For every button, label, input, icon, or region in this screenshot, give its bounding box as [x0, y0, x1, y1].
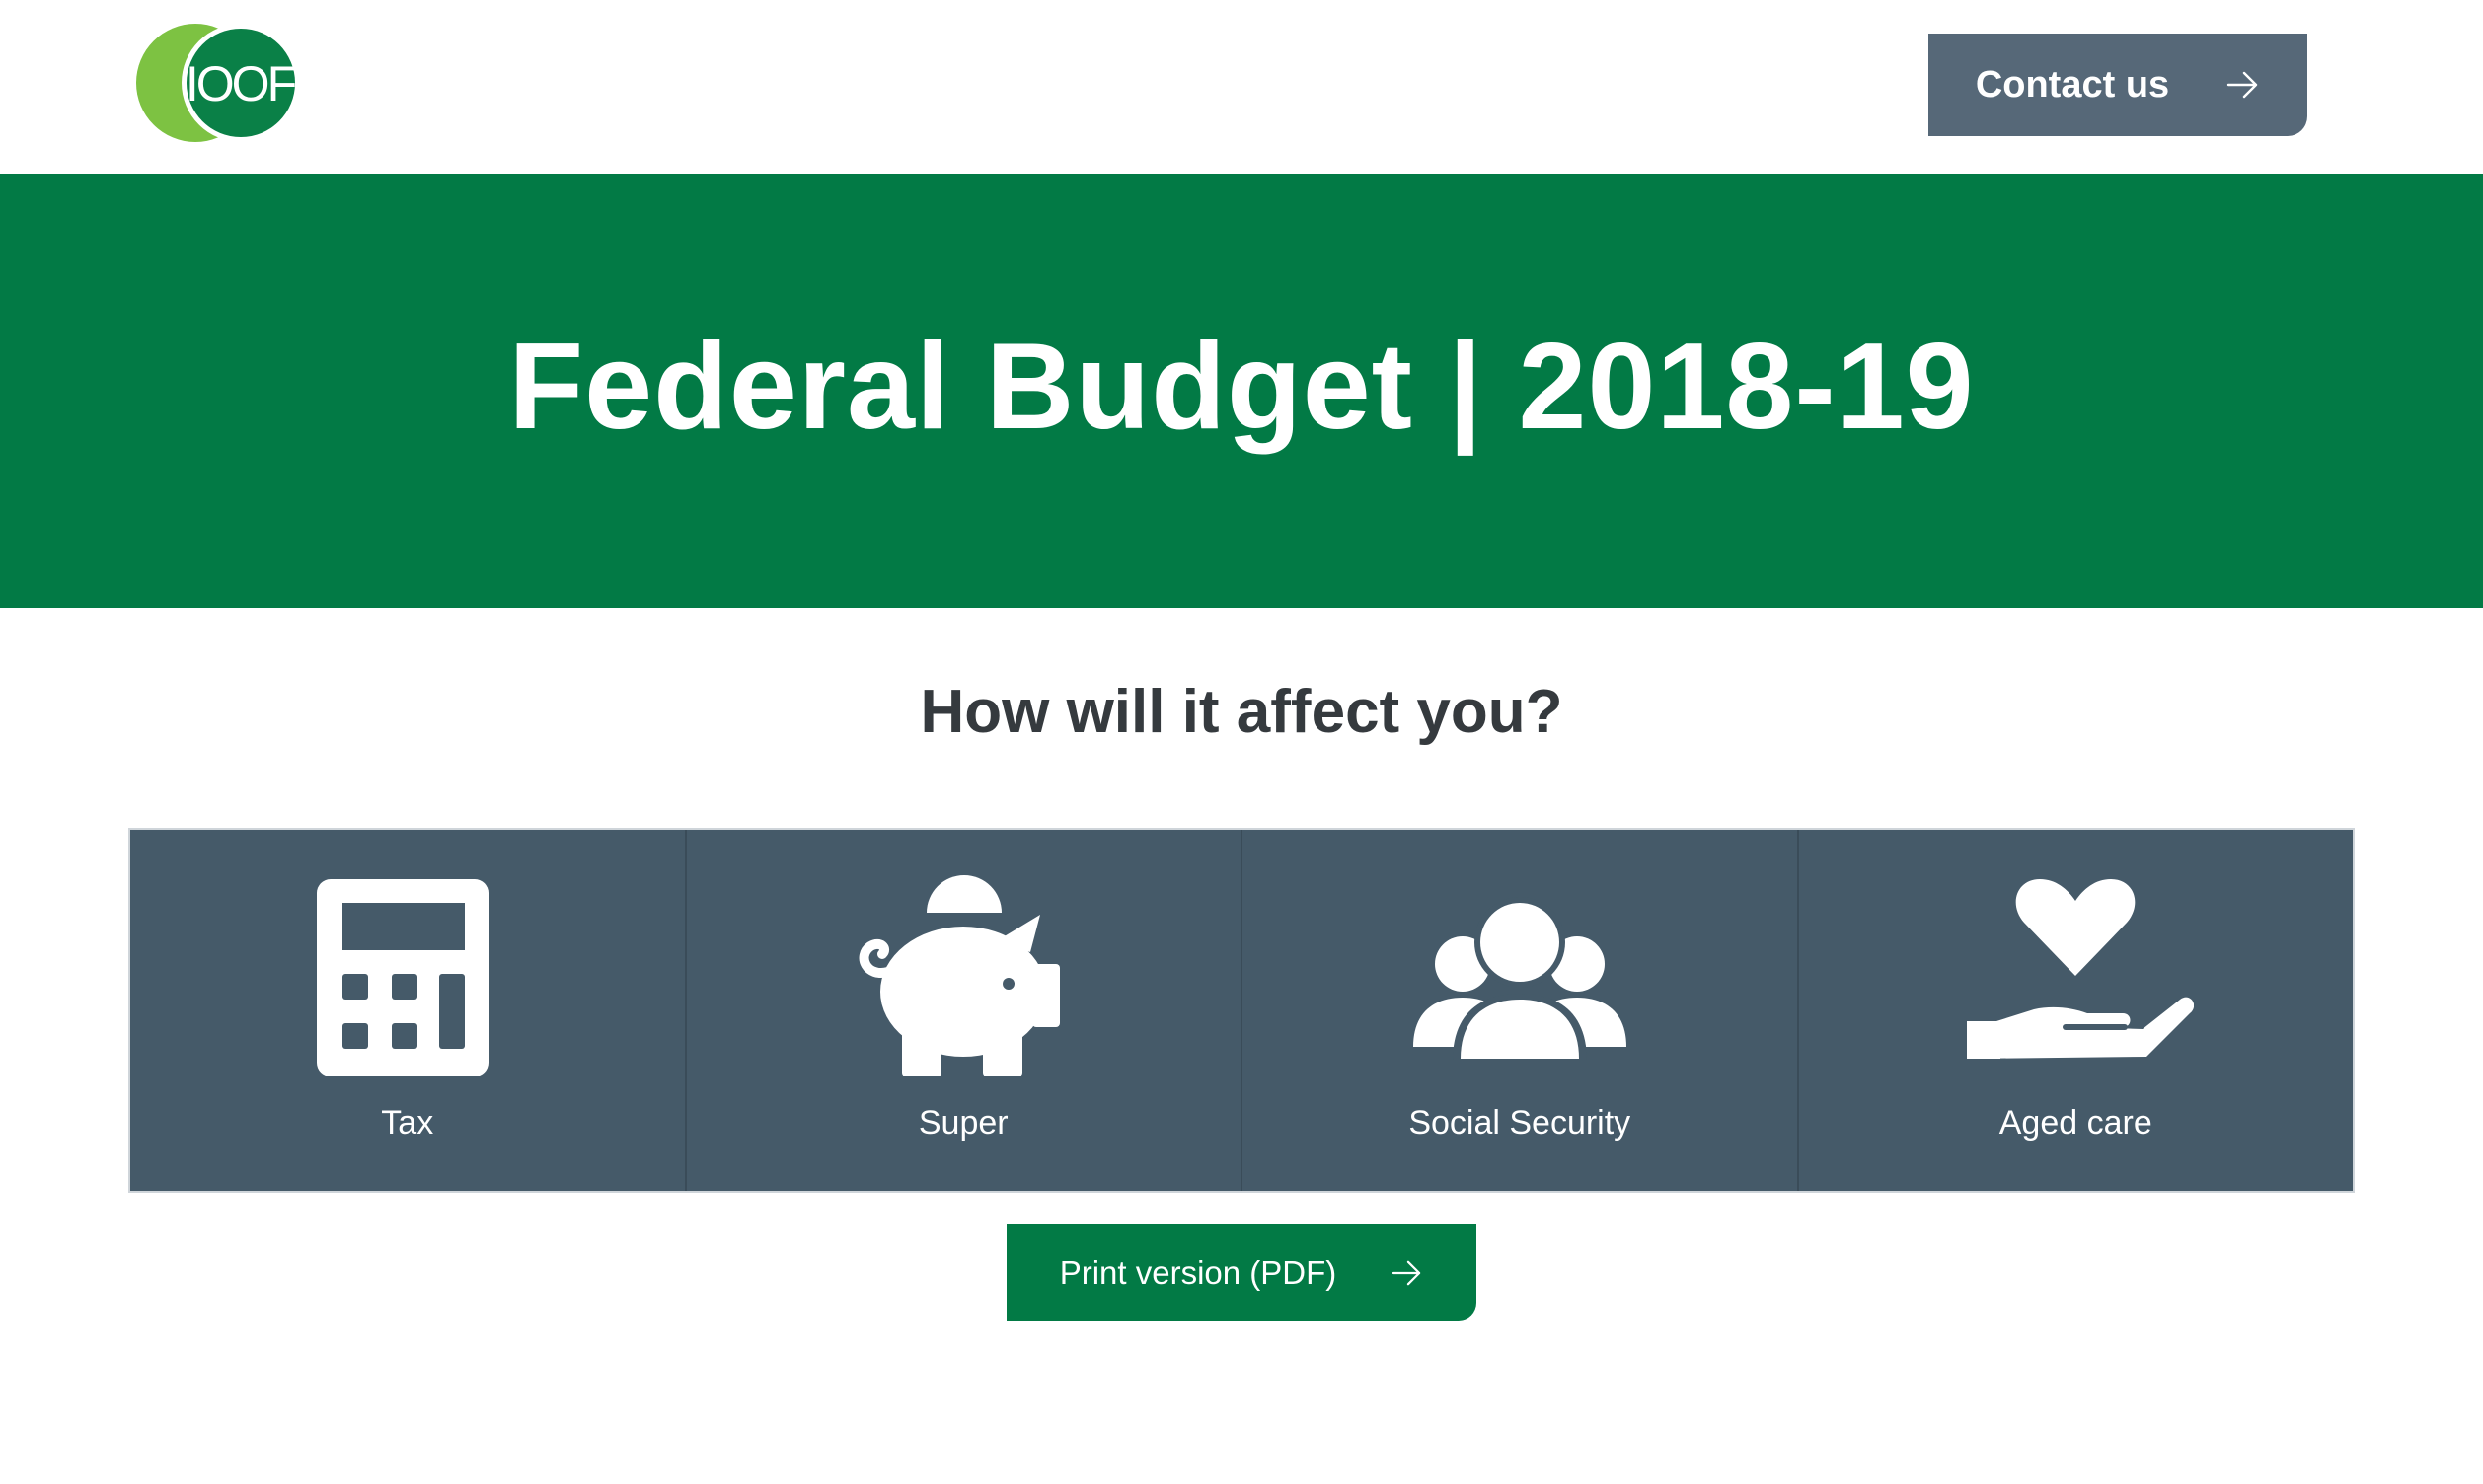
piggy-bank-icon [845, 873, 1082, 1080]
arrow-right-icon [2226, 70, 2260, 100]
tile-label: Super [918, 1104, 1009, 1142]
print-pdf-label: Print version (PDF) [1059, 1254, 1337, 1291]
print-pdf-button[interactable]: Print version (PDF) [1007, 1224, 1476, 1321]
tile-super[interactable]: Super [686, 830, 1242, 1191]
group-icon [1401, 873, 1638, 1080]
page-title: Federal Budget | 2018-19 [508, 319, 1975, 455]
tile-label: Tax [381, 1104, 434, 1142]
contact-us-button[interactable]: Contact us [1928, 34, 2307, 136]
ioof-logo[interactable]: IOOF [126, 22, 300, 144]
hero-banner: Federal Budget | 2018-19 [0, 174, 2483, 608]
calculator-icon [289, 873, 526, 1080]
tile-tax[interactable]: Tax [130, 830, 687, 1191]
arrow-right-icon [1392, 1259, 1423, 1287]
logo-text: IOOF [186, 56, 296, 111]
site-header: IOOF Contact us [0, 0, 2483, 174]
heart-hand-icon [1957, 873, 2195, 1080]
section-heading: How will it affect you? [920, 678, 1563, 746]
tile-social-security[interactable]: Social Security [1242, 830, 1799, 1191]
topic-tiles: Tax Super Social Security Aged care [128, 828, 2355, 1193]
tile-aged-care[interactable]: Aged care [1798, 830, 2353, 1191]
tile-label: Social Security [1408, 1104, 1631, 1142]
contact-us-label: Contact us [1975, 63, 2170, 106]
tile-label: Aged care [1998, 1104, 2152, 1142]
